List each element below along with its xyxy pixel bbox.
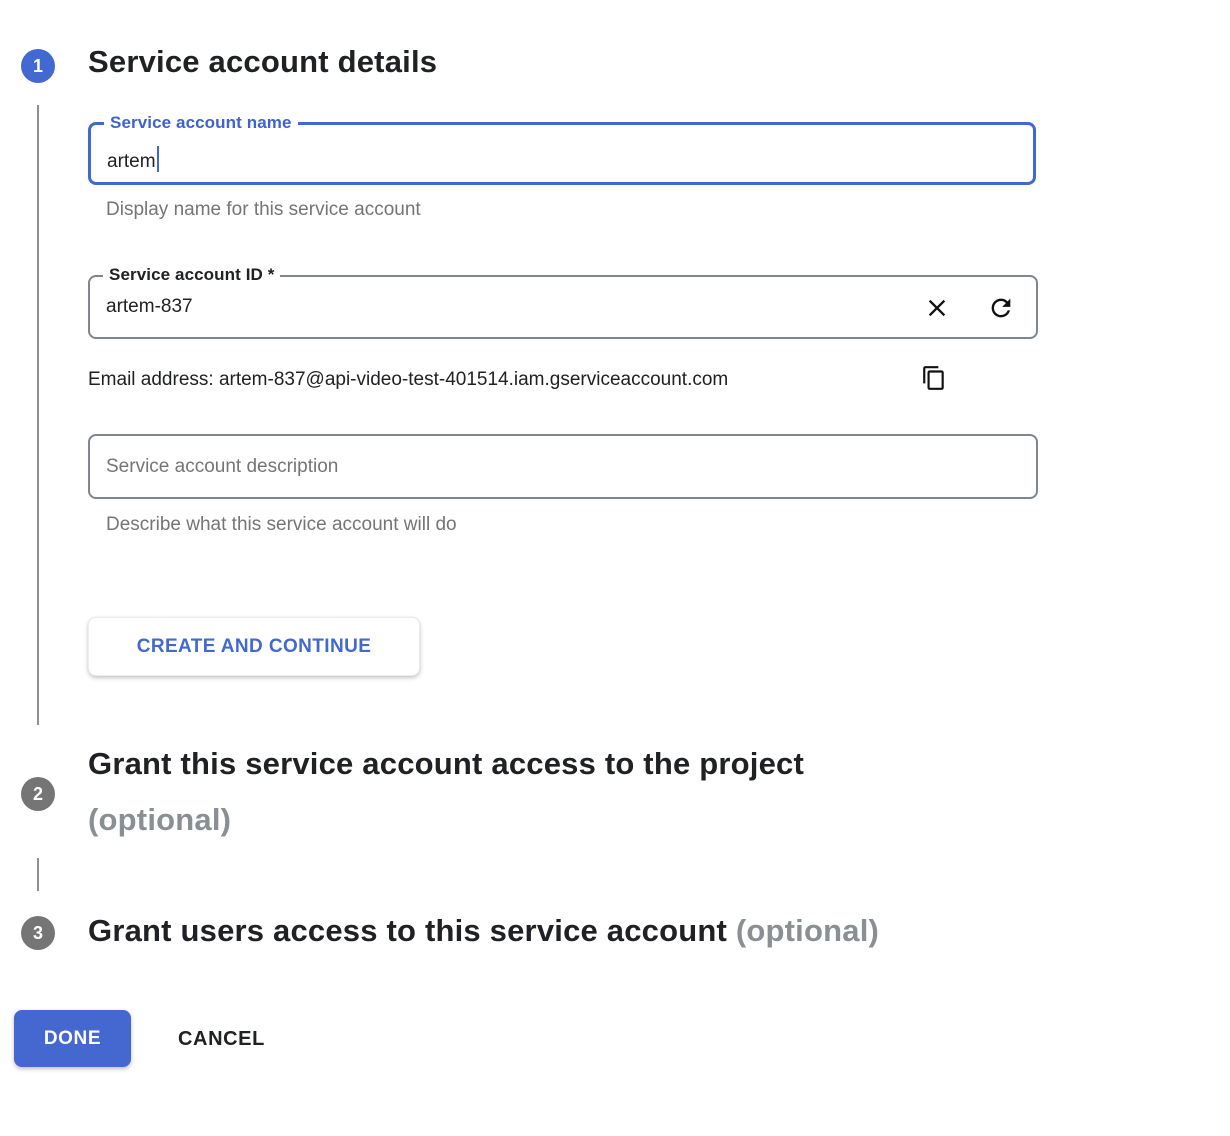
step-3-title: Grant users access to this service accou… [88, 913, 879, 949]
copy-icon[interactable] [920, 365, 948, 393]
service-account-name-value: artem [107, 146, 159, 173]
service-account-description-field [88, 434, 1038, 499]
create-service-account-page: 1 Service account details Service accoun… [0, 0, 1230, 1136]
step-3-indicator: 3 [21, 916, 55, 950]
stepper-connector-2 [37, 858, 39, 891]
create-and-continue-button[interactable]: CREATE AND CONTINUE [88, 617, 420, 676]
step-1-indicator: 1 [21, 49, 55, 83]
service-account-name-label: Service account name [104, 113, 298, 133]
step-2-indicator: 2 [21, 777, 55, 811]
clear-icon[interactable] [922, 293, 952, 323]
name-helper-text: Display name for this service account [106, 199, 421, 221]
done-button[interactable]: DONE [14, 1010, 131, 1067]
step-3-number: 3 [33, 923, 43, 944]
step-1-title: Service account details [88, 44, 437, 80]
refresh-icon[interactable] [986, 293, 1016, 323]
cancel-button[interactable]: CANCEL [166, 1021, 277, 1057]
text-cursor [157, 146, 159, 172]
service-account-id-input[interactable] [106, 277, 906, 337]
id-field-actions [922, 293, 1016, 323]
email-address-text: Email address: artem-837@api-video-test-… [88, 369, 728, 391]
stepper-connector-1 [37, 105, 39, 725]
service-account-name-input[interactable]: Service account name artem [88, 122, 1036, 185]
step-3-optional-label: (optional) [736, 913, 879, 948]
step-2-optional-label: (optional) [88, 802, 231, 838]
service-account-id-field: Service account ID * [88, 275, 1038, 339]
step-1-number: 1 [33, 56, 43, 77]
service-account-description-input[interactable] [106, 436, 906, 497]
step-2-title: Grant this service account access to the… [88, 746, 804, 782]
step-2-number: 2 [33, 784, 43, 805]
description-helper-text: Describe what this service account will … [106, 514, 457, 536]
